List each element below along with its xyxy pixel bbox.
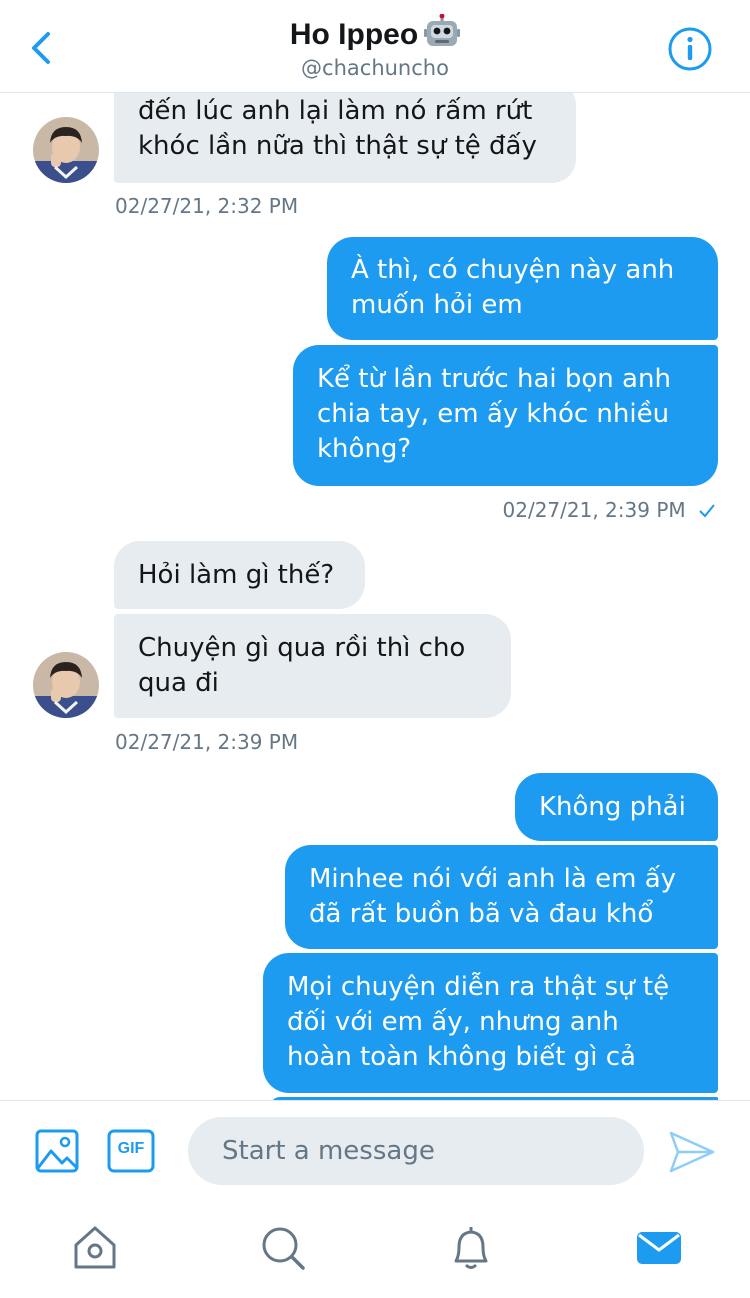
message-timestamp: 02/27/21, 2:39 PM: [480, 498, 716, 522]
message-text: Mọi chuyện diễn ra thật sự tệ đối với em…: [287, 972, 670, 1072]
message-text: À thì, có chuyện này anh muốn hỏi em: [351, 255, 675, 320]
outgoing-message[interactable]: Kể từ lần trước hai bọn anh chia tay, em…: [293, 345, 718, 486]
message-text: Kể từ lần trước hai bọn anh chia tay, em…: [317, 364, 671, 464]
image-icon[interactable]: [34, 1128, 80, 1174]
incoming-message[interactable]: đến lúc anh lại làm nó rấm rứt khóc lần …: [114, 93, 576, 183]
send-icon[interactable]: [668, 1129, 716, 1175]
mail-icon[interactable]: [634, 1223, 684, 1273]
outgoing-message[interactable]: Không phải: [515, 773, 718, 841]
info-circle-icon[interactable]: [667, 26, 713, 72]
message-text: Minhee nói với anh là em ấy đã rất buồn …: [309, 864, 677, 929]
message-text: Hỏi làm gì thế?: [138, 560, 335, 590]
message-timestamp: 02/27/21, 2:39 PM: [115, 730, 299, 754]
gif-label: GIF: [117, 1140, 145, 1157]
message-list[interactable]: đến lúc anh lại làm nó rấm rứt khóc lần …: [0, 93, 750, 1100]
timestamp-text: 02/27/21, 2:39 PM: [502, 498, 686, 522]
message-input[interactable]: [188, 1117, 644, 1185]
message-text: Không phải: [539, 792, 686, 822]
bell-icon[interactable]: [446, 1223, 496, 1273]
avatar-image: [33, 117, 99, 183]
outgoing-message[interactable]: Mọi chuyện diễn ra thật sự tệ đối với em…: [263, 953, 718, 1093]
checkmark-icon: [699, 504, 715, 518]
incoming-message[interactable]: Chuyện gì qua rồi thì cho qua đi: [114, 614, 511, 718]
conversation-title: Ho Ippeo: [0, 14, 750, 52]
message-composer: GIF: [0, 1100, 750, 1201]
avatar-image: [33, 652, 99, 718]
bottom-tab-bar: [0, 1201, 750, 1298]
avatar[interactable]: [33, 117, 99, 183]
contact-handle: @chachuncho: [301, 56, 449, 80]
contact-name: Ho Ippeo: [289, 18, 419, 51]
home-icon[interactable]: [70, 1223, 120, 1273]
message-text: Chuyện gì qua rồi thì cho qua đi: [138, 633, 466, 698]
outgoing-message[interactable]: À thì, có chuyện này anh muốn hỏi em: [327, 237, 718, 340]
message-text: đến lúc anh lại làm nó rấm rứt khóc lần …: [138, 96, 537, 161]
avatar[interactable]: [33, 652, 99, 718]
gif-button[interactable]: GIF: [107, 1128, 155, 1174]
robot-icon: [424, 14, 461, 46]
search-icon[interactable]: [258, 1223, 308, 1273]
outgoing-message[interactable]: Minhee nói với anh là em ấy đã rất buồn …: [285, 845, 718, 949]
conversation-header: Ho Ippeo @chachuncho: [0, 0, 750, 93]
message-timestamp: 02/27/21, 2:32 PM: [115, 194, 299, 218]
incoming-message[interactable]: Hỏi làm gì thế?: [114, 541, 365, 609]
